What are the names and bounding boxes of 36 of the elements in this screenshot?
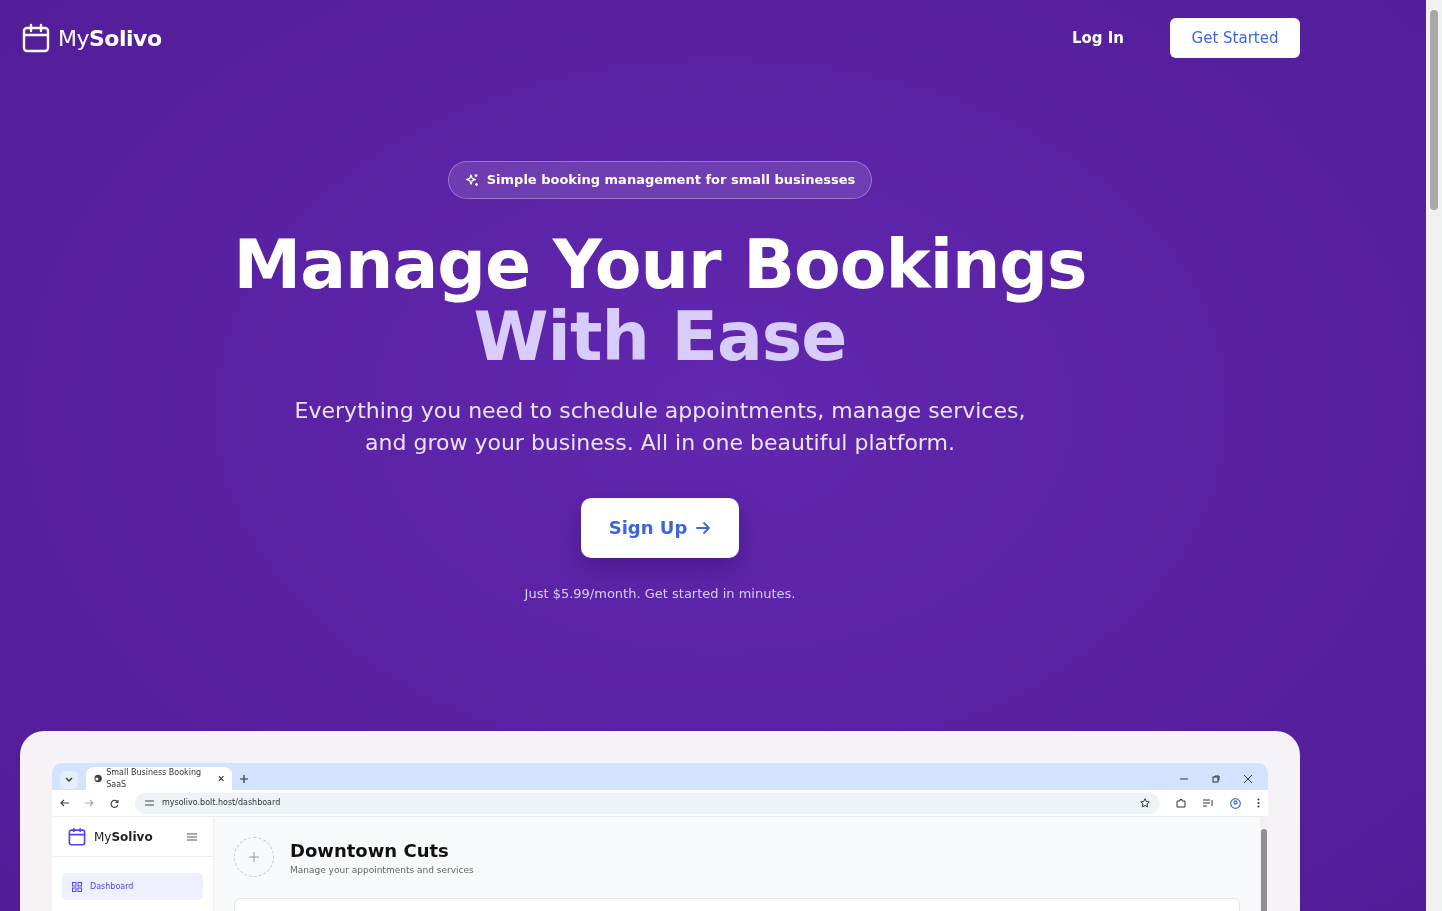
business-name: Downtown Cuts [290, 839, 450, 863]
profile-icon[interactable] [1230, 797, 1241, 809]
logo-text[interactable]: MySolivo [58, 21, 162, 55]
address-bar[interactable]: mysolivo.bolt.host/dashboard [135, 792, 1160, 814]
logo-text[interactable]: MySolivo [94, 827, 153, 846]
browser-tab[interactable]: Small Business Booking SaaS [86, 767, 232, 790]
sparkle-icon [464, 172, 479, 187]
tagline-text: Simple booking management for small businesses [486, 171, 856, 189]
get-started-button[interactable]: Get Started [1170, 18, 1300, 58]
close-icon[interactable] [217, 775, 224, 782]
minimize-icon[interactable] [1180, 775, 1188, 783]
arrow-right-icon [695, 520, 712, 535]
more-icon[interactable] [1257, 798, 1260, 808]
reload-icon[interactable] [110, 798, 119, 808]
restore-icon[interactable] [1212, 775, 1220, 783]
headline: Manage Your Bookings [233, 228, 1087, 301]
hero-description: Everything you need to schedule appointments, manage services, and grow your business. All in one beautiful platform. [293, 396, 1027, 457]
sidebar-item[interactable]: Dashboard [62, 873, 203, 900]
scrollbar[interactable] [1426, 0, 1442, 911]
pricing-note: Just $5.99/month. Get started in minutes. [524, 584, 796, 603]
puzzle-icon[interactable] [1176, 797, 1187, 809]
close-icon[interactable] [1244, 775, 1252, 783]
login-link[interactable]: Log In [1065, 25, 1130, 51]
calendar-icon [68, 827, 86, 846]
grid-icon [72, 881, 82, 892]
headline-accent: With Ease [473, 300, 847, 373]
chevron-down-icon[interactable] [65, 777, 73, 783]
plus-icon [249, 852, 259, 863]
globe-icon [94, 774, 103, 783]
playlist-icon[interactable] [1203, 798, 1214, 808]
business-subtitle: Manage your appointments and services [290, 864, 474, 877]
plus-icon[interactable] [240, 775, 248, 783]
back-icon[interactable] [60, 799, 69, 807]
star-icon[interactable] [1140, 798, 1150, 808]
calendar-icon [22, 23, 50, 53]
sign-up-button[interactable]: Sign Up [581, 497, 739, 558]
